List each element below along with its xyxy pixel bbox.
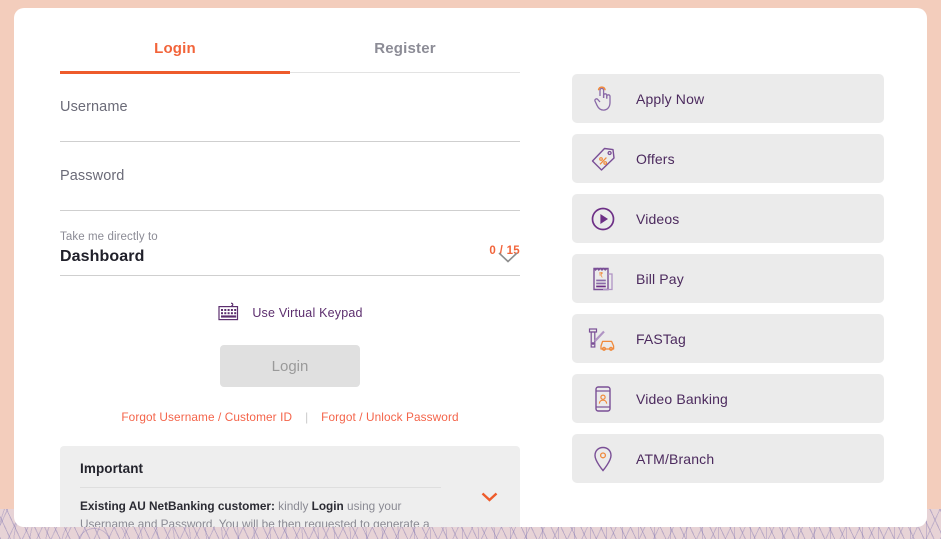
forgot-links-row: Forgot Username / Customer ID | Forgot /… (60, 410, 520, 424)
menu-label-bill-pay: Bill Pay (636, 271, 684, 287)
active-tab-indicator (60, 71, 290, 74)
forgot-links-separator: | (305, 410, 308, 424)
virtual-keypad-toggle[interactable]: Use Virtual Keypad (60, 302, 520, 324)
play-circle-icon (588, 204, 618, 234)
menu-label-fastag: FASTag (636, 331, 686, 347)
important-body: Existing AU NetBanking customer: kindly … (80, 497, 441, 527)
password-field-wrapper: Password (60, 168, 520, 211)
important-body-mid: kindly (275, 499, 312, 513)
login-button[interactable]: Login (220, 345, 360, 387)
tab-login-label: Login (154, 40, 196, 57)
menu-label-atm-branch: ATM/Branch (636, 451, 714, 467)
important-expand-chevron-icon[interactable] (481, 492, 498, 502)
username-input[interactable] (60, 116, 520, 132)
login-form-pane: Login Register Username Password 0 / 15 … (60, 28, 520, 527)
important-divider (80, 487, 441, 488)
destination-value: Dashboard (60, 248, 520, 266)
menu-label-videos: Videos (636, 211, 679, 227)
password-input[interactable] (60, 185, 520, 201)
password-label: Password (60, 168, 520, 184)
tab-register[interactable]: Register (290, 28, 520, 72)
login-card: Login Register Username Password 0 / 15 … (14, 8, 927, 527)
menu-label-offers: Offers (636, 151, 675, 167)
toll-booth-icon (588, 324, 618, 354)
important-body-lead: Existing AU NetBanking customer: (80, 499, 275, 513)
forgot-password-link[interactable]: Forgot / Unlock Password (321, 410, 458, 424)
tap-hand-icon (588, 84, 618, 114)
offer-tag-icon (588, 144, 618, 174)
bill-receipt-icon: ₹ (588, 264, 618, 294)
mobile-person-icon (588, 384, 618, 414)
important-notice: Important Existing AU NetBanking custome… (60, 446, 520, 527)
menu-item-videos[interactable]: Videos (572, 194, 884, 243)
menu-item-atm-branch[interactable]: ATM/Branch (572, 434, 884, 483)
virtual-keypad-label: Use Virtual Keypad (252, 306, 362, 320)
menu-item-offers[interactable]: Offers (572, 134, 884, 183)
menu-item-fastag[interactable]: FASTag (572, 314, 884, 363)
auth-tabs: Login Register (60, 28, 520, 73)
chevron-down-icon (498, 252, 518, 263)
menu-item-bill-pay[interactable]: ₹ Bill Pay (572, 254, 884, 303)
menu-label-apply-now: Apply Now (636, 91, 704, 107)
tab-register-label: Register (374, 40, 436, 57)
tab-login[interactable]: Login (60, 28, 290, 72)
username-label: Username (60, 99, 520, 115)
username-field-wrapper: Username (60, 99, 520, 142)
important-body-login: Login (312, 499, 344, 513)
virtual-keyboard-icon (217, 302, 243, 324)
forgot-username-link[interactable]: Forgot Username / Customer ID (121, 410, 292, 424)
menu-item-video-banking[interactable]: Video Banking (572, 374, 884, 423)
location-pin-icon (588, 444, 618, 474)
destination-select[interactable]: 0 / 15 Take me directly to Dashboard (60, 231, 520, 276)
menu-item-apply-now[interactable]: Apply Now (572, 74, 884, 123)
menu-label-video-banking: Video Banking (636, 391, 728, 407)
destination-caption: Take me directly to (60, 231, 520, 243)
quick-links-menu: Apply Now Offers Videos (572, 74, 884, 494)
important-title: Important (80, 461, 500, 476)
svg-text:₹: ₹ (599, 270, 604, 279)
